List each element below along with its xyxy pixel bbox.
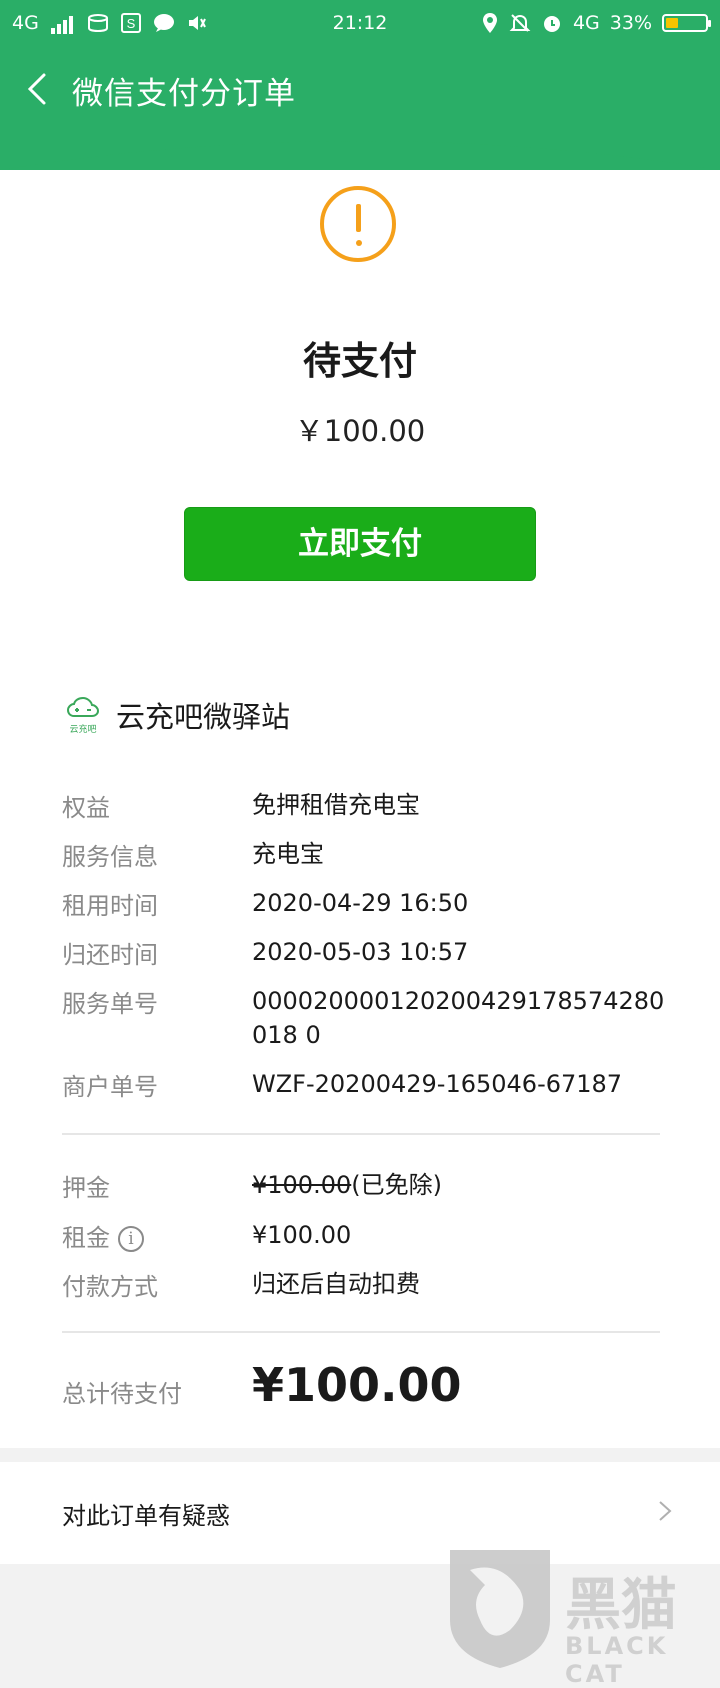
order-question-label: 对此订单有疑惑 [62, 1502, 230, 1530]
watermark-text: 黑猫 [565, 1573, 677, 1638]
detail-value: 2020-04-29 16:50 [252, 889, 469, 917]
detail-label: 权益 [62, 794, 110, 822]
chevron-right-icon [659, 1501, 672, 1521]
watermark-subtext: BLACK CAT [565, 1632, 669, 1688]
detail-value: 充电宝 [252, 840, 324, 868]
detail-label: 服务信息 [62, 843, 158, 871]
detail-value: 000020000120200429178574280018 0 [252, 987, 665, 1049]
total-value: ¥100.00 [252, 1358, 462, 1412]
info-icon[interactable]: i [118, 1226, 144, 1252]
battery-percent: 33% [609, 12, 652, 34]
divider [62, 1331, 660, 1333]
payment-method-value: 归还后自动扣费 [252, 1270, 420, 1298]
order-question-row[interactable]: 对此订单有疑惑 [0, 1462, 720, 1564]
merchant-logo-icon: 云充吧 [66, 696, 100, 734]
detail-value: 免押租借充电宝 [252, 791, 420, 819]
divider [62, 1133, 660, 1135]
notifications-off-icon [509, 14, 531, 32]
rent-label: 租金 i [62, 1218, 144, 1253]
deposit-label: 押金 [62, 1174, 110, 1202]
alarm-icon [543, 16, 560, 32]
detail-label: 服务单号 [62, 990, 158, 1018]
status-bar: 4G S 21:12 4G 33% [0, 0, 720, 48]
payment-method-label: 付款方式 [62, 1273, 158, 1301]
detail-value: 2020-05-03 10:57 [252, 938, 469, 966]
back-arrow-icon[interactable] [24, 72, 52, 106]
rent-value: ¥100.00 [252, 1221, 352, 1249]
page-title: 微信支付分订单 [72, 76, 296, 112]
network-right-label: 4G [572, 12, 600, 34]
warning-icon [320, 186, 396, 262]
battery-icon [662, 14, 711, 32]
deposit-value: ¥100.00(已免除) [252, 1171, 442, 1199]
svg-text:云充吧: 云充吧 [69, 723, 96, 734]
location-icon [482, 13, 497, 33]
detail-label: 商户单号 [62, 1073, 158, 1101]
total-label: 总计待支付 [62, 1380, 182, 1408]
order-status: 待支付 [302, 339, 417, 383]
detail-value: WZF-20200429-165046-67187 [252, 1070, 623, 1098]
merchant: 云充吧 云充吧微驿站 [66, 694, 290, 736]
merchant-name: 云充吧微驿站 [116, 700, 291, 734]
order-amount: ￥100.00 [294, 414, 426, 448]
detail-label: 租用时间 [62, 892, 158, 920]
pay-now-button[interactable]: 立即支付 [184, 507, 536, 581]
detail-label: 归还时间 [62, 941, 158, 969]
